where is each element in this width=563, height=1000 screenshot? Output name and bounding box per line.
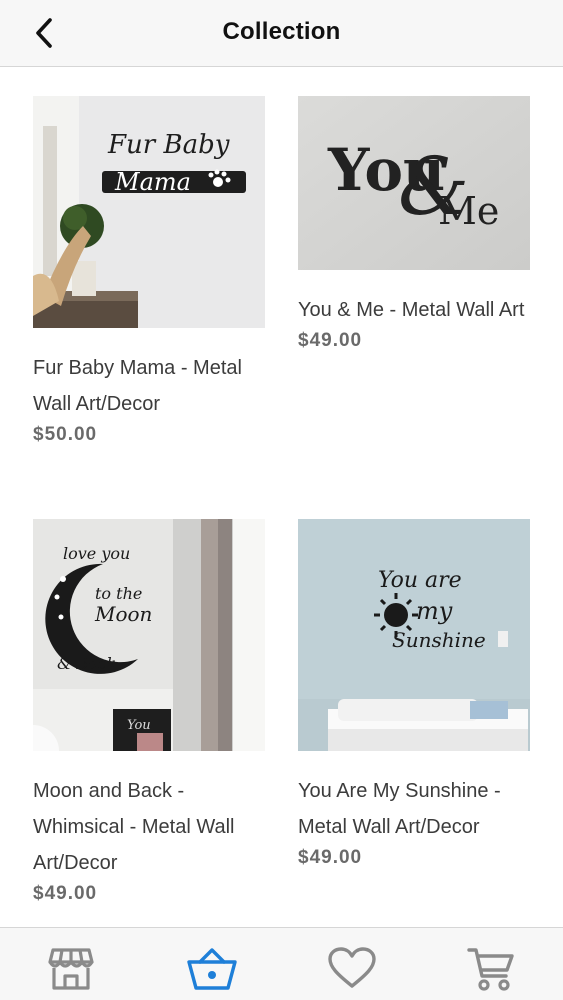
sign-lettering-me: Me: [438, 189, 499, 233]
product-grid: Fur Baby Mama Fur Baby Mama - Metal Wall…: [0, 67, 563, 927]
sign-lettering-2: my: [416, 597, 453, 625]
product-name[interactable]: You Are My Sunshine - Metal Wall Art/Dec…: [298, 773, 530, 845]
tab-collection[interactable]: [186, 946, 238, 998]
sign-lettering-3: Sunshine: [392, 628, 486, 652]
page-title: Collection: [222, 18, 341, 45]
product-card[interactable]: You are my Sunshine You Are My Sunshine …: [298, 519, 530, 871]
tab-favorites[interactable]: [326, 946, 378, 998]
product-card[interactable]: You love you to the Moon & Back Moon and…: [33, 519, 265, 907]
product-image[interactable]: You love you to the Moon & Back: [33, 519, 265, 751]
cart-icon: [467, 948, 514, 991]
product-price: $50.00: [33, 424, 98, 445]
frame-lettering: You: [127, 718, 151, 733]
sign-lettering-2: to the: [95, 584, 142, 603]
product-name[interactable]: Moon and Back - Whimsical - Metal Wall A…: [33, 773, 265, 881]
product-price: $49.00: [33, 883, 98, 904]
sign-lettering-bottom: Mama: [114, 168, 191, 196]
store-icon: [48, 948, 94, 990]
product-price: $49.00: [298, 847, 363, 868]
tab-cart[interactable]: [465, 946, 517, 998]
product-price: $49.00: [298, 330, 363, 351]
product-image[interactable]: Fur Baby Mama: [33, 96, 265, 328]
product-image[interactable]: You & Me: [298, 96, 530, 270]
product-card[interactable]: You & Me You & Me - Metal Wall Art $49.0…: [298, 96, 530, 354]
product-name[interactable]: Fur Baby Mama - Metal Wall Art/Decor: [33, 350, 265, 422]
bottom-tab-bar: [0, 927, 563, 1000]
heart-icon: [328, 947, 376, 988]
sign-lettering-3: Moon: [94, 602, 152, 626]
sign-lettering-1: You are: [378, 568, 462, 593]
product-card[interactable]: Fur Baby Mama Fur Baby Mama - Metal Wall…: [33, 96, 265, 448]
product-name[interactable]: You & Me - Metal Wall Art: [298, 292, 530, 328]
basket-icon: [187, 948, 237, 990]
product-image[interactable]: You are my Sunshine: [298, 519, 530, 751]
sign-lettering-4: & Back: [57, 654, 116, 673]
sign-lettering-top: Fur Baby: [107, 130, 230, 160]
tab-store[interactable]: [45, 946, 97, 998]
app-header: Collection: [0, 0, 563, 67]
sign-lettering-1: love you: [63, 544, 130, 563]
